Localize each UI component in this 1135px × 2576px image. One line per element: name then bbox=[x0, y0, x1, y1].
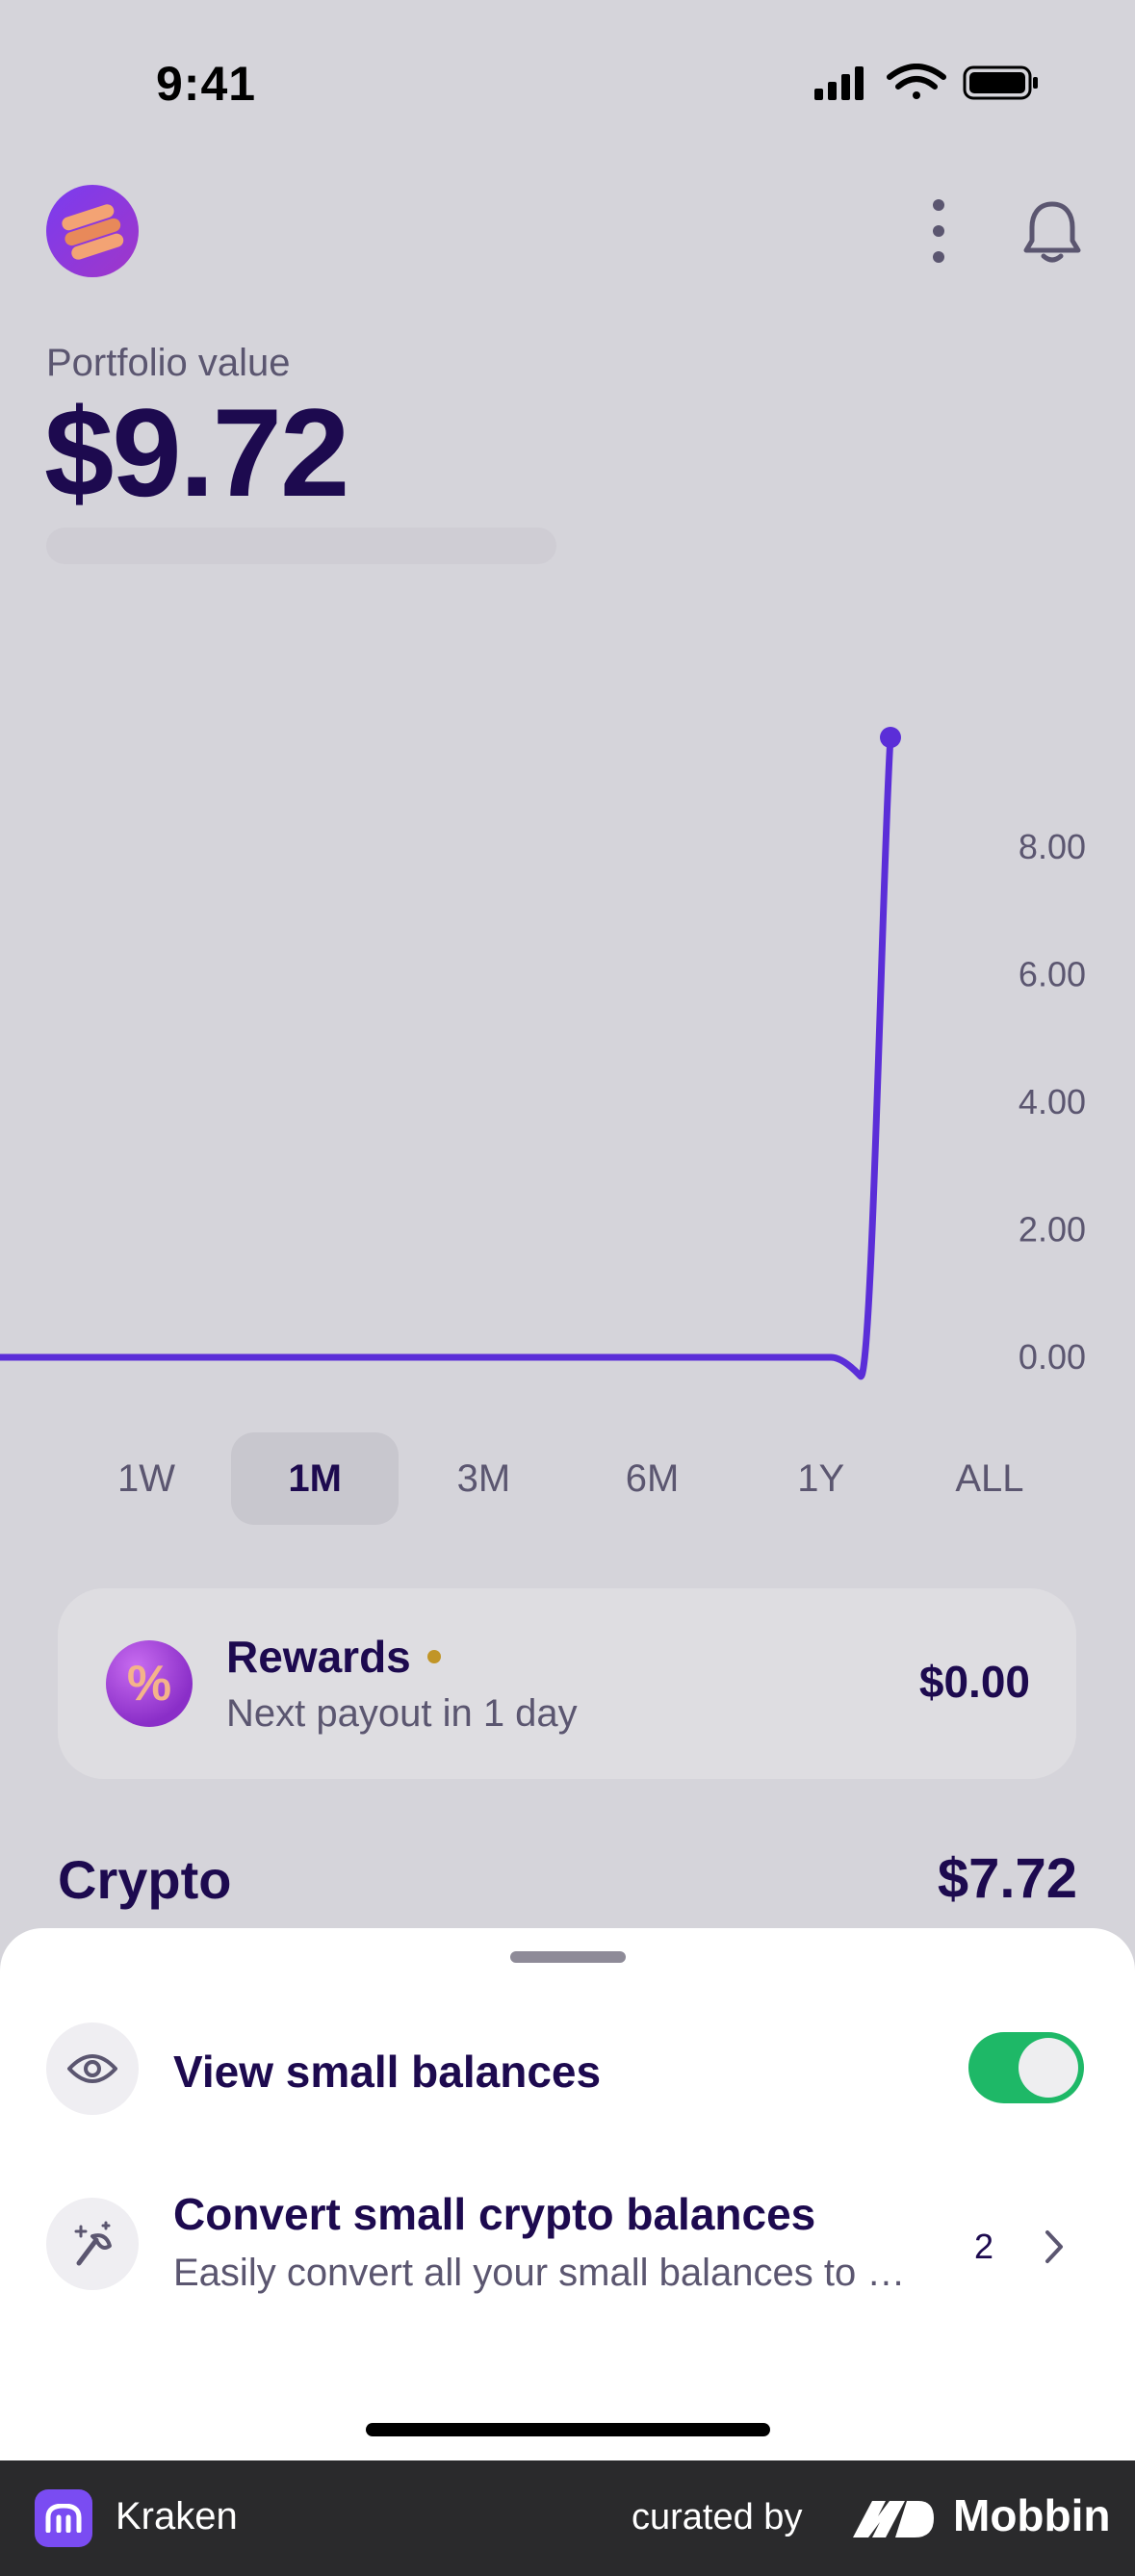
y-tick-label: 6.00 bbox=[1019, 955, 1086, 994]
cellular-signal-icon bbox=[814, 66, 864, 100]
kraken-logo-icon bbox=[35, 2489, 92, 2547]
chart-endpoint-marker bbox=[880, 727, 901, 749]
tab-1m[interactable]: 1M bbox=[231, 1432, 400, 1525]
crypto-section-title: Crypto bbox=[58, 1849, 232, 1910]
battery-icon bbox=[963, 65, 1038, 100]
rewards-status-dot bbox=[427, 1650, 441, 1663]
convert-small-balances-subtitle: Easily convert all your small balances t… bbox=[173, 2252, 924, 2294]
app-name: Kraken bbox=[116, 2495, 238, 2537]
chart-series-line bbox=[0, 734, 894, 1380]
loading-placeholder bbox=[46, 528, 556, 564]
brand-name: Mobbin bbox=[953, 2490, 1111, 2540]
sheet-grabber[interactable] bbox=[510, 1951, 626, 1963]
home-indicator bbox=[366, 2423, 770, 2436]
convert-small-balances-title[interactable]: Convert small crypto balances bbox=[173, 2188, 815, 2240]
toggle-knob bbox=[1019, 2038, 1078, 2098]
portfolio-chart[interactable]: 0.00 2.00 4.00 6.00 8.00 bbox=[0, 693, 1135, 1405]
rewards-title: Rewards bbox=[226, 1632, 411, 1682]
tab-all[interactable]: ALL bbox=[906, 1432, 1073, 1525]
status-icons bbox=[814, 64, 1038, 100]
status-time: 9:41 bbox=[156, 57, 257, 111]
convert-count-badge: 2 bbox=[974, 2227, 994, 2266]
magic-wand-icon bbox=[46, 2198, 139, 2290]
y-tick-label: 8.00 bbox=[1019, 827, 1086, 866]
rewards-amount: $0.00 bbox=[918, 1657, 1030, 1707]
notification-bell-icon[interactable] bbox=[1020, 196, 1084, 266]
portfolio-value: $9.72 bbox=[44, 382, 349, 523]
percent-icon: % bbox=[106, 1640, 193, 1727]
y-tick-label: 0.00 bbox=[1019, 1337, 1086, 1377]
rewards-subtitle: Next payout in 1 day bbox=[226, 1692, 578, 1735]
y-tick-label: 2.00 bbox=[1019, 1210, 1086, 1249]
avatar[interactable] bbox=[46, 185, 139, 277]
view-small-balances-toggle[interactable] bbox=[968, 2032, 1084, 2103]
view-small-balances-label: View small balances bbox=[173, 2047, 602, 2097]
crypto-section-value: $7.72 bbox=[937, 1847, 1077, 1910]
portfolio-label: Portfolio value bbox=[46, 342, 291, 384]
y-tick-label: 4.00 bbox=[1019, 1082, 1086, 1121]
chevron-right-icon[interactable] bbox=[1040, 2227, 1069, 2267]
attribution-footer: Kraken curated by Mobbin bbox=[0, 2460, 1135, 2576]
rewards-card[interactable]: % Rewards Next payout in 1 day $0.00 bbox=[58, 1588, 1076, 1779]
bottom-sheet: View small balances Convert small crypto… bbox=[0, 1928, 1135, 2460]
curated-by-text: curated by bbox=[632, 2497, 803, 2537]
avatar-illustration-icon bbox=[62, 204, 124, 260]
timeframe-tabs: 1W 1M 3M 6M 1Y ALL bbox=[63, 1432, 1073, 1525]
eye-icon bbox=[46, 2022, 139, 2115]
tab-1y[interactable]: 1Y bbox=[737, 1432, 905, 1525]
tab-6m[interactable]: 6M bbox=[569, 1432, 736, 1525]
tab-3m[interactable]: 3M bbox=[400, 1432, 567, 1525]
more-options-icon[interactable] bbox=[919, 197, 958, 265]
mobbin-logo-icon bbox=[853, 2501, 934, 2537]
wifi-icon bbox=[887, 64, 946, 99]
tab-1w[interactable]: 1W bbox=[63, 1432, 230, 1525]
